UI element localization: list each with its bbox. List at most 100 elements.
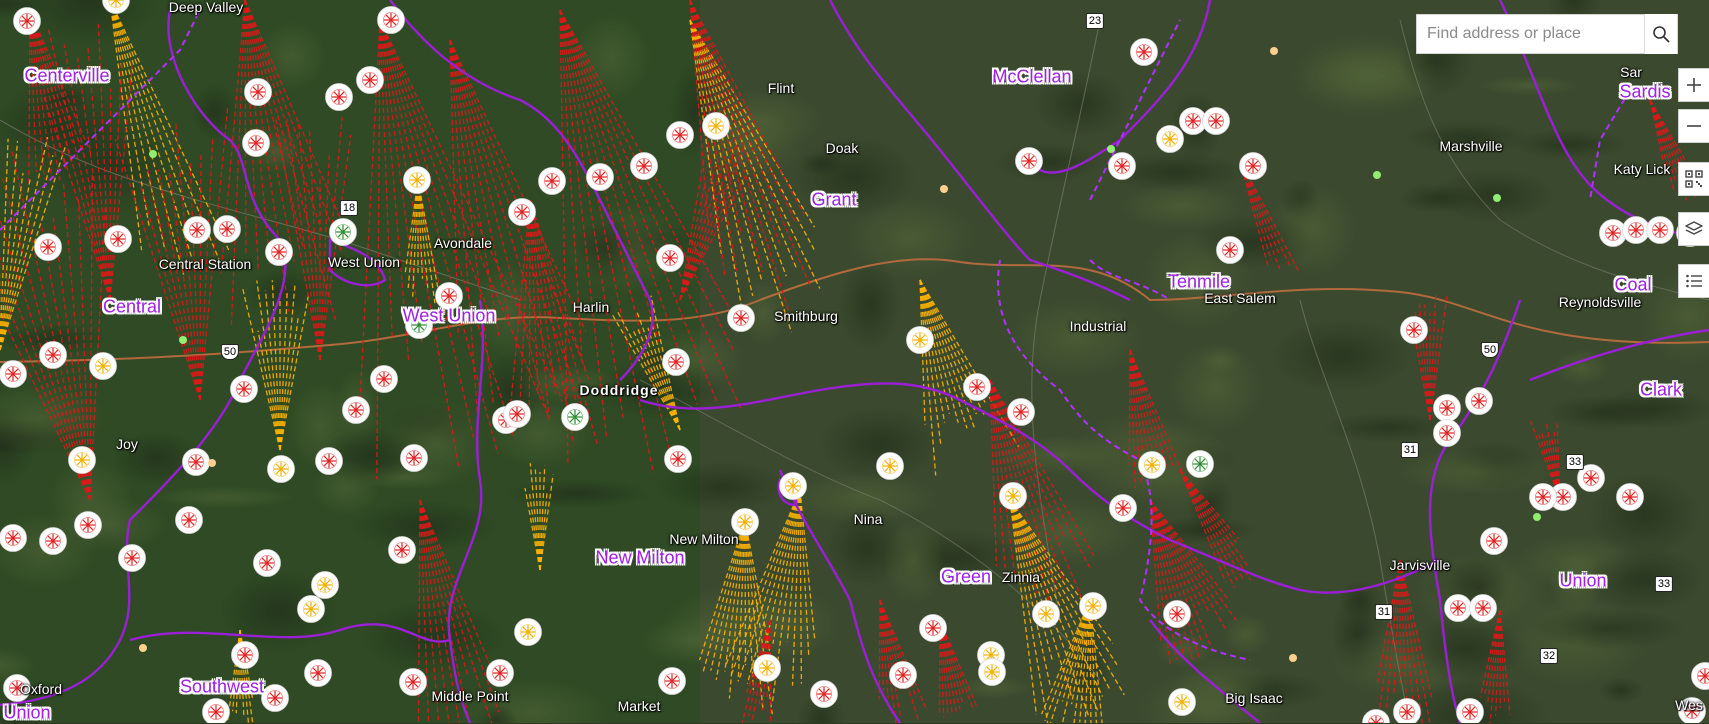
tower-marker[interactable] bbox=[703, 113, 730, 140]
tower-marker[interactable] bbox=[203, 699, 230, 724]
tower-marker[interactable] bbox=[1033, 601, 1060, 628]
tower-marker[interactable] bbox=[40, 342, 67, 369]
tower-marker[interactable] bbox=[400, 669, 427, 696]
tower-marker[interactable] bbox=[1647, 217, 1674, 244]
tower-marker[interactable] bbox=[562, 404, 589, 431]
tower-marker[interactable] bbox=[811, 681, 838, 708]
tower-marker[interactable] bbox=[1139, 452, 1166, 479]
tower-marker[interactable] bbox=[1131, 39, 1158, 66]
search-input[interactable] bbox=[1417, 15, 1644, 53]
tower-marker[interactable] bbox=[0, 361, 27, 388]
tower-marker[interactable] bbox=[1008, 399, 1035, 426]
tower-marker[interactable] bbox=[316, 448, 343, 475]
tower-marker[interactable] bbox=[14, 8, 41, 35]
tower-marker[interactable] bbox=[243, 130, 270, 157]
tower-marker[interactable] bbox=[343, 397, 370, 424]
tower-marker[interactable] bbox=[907, 327, 934, 354]
satellite-map[interactable] bbox=[0, 0, 1709, 723]
tower-marker[interactable] bbox=[663, 349, 690, 376]
tower-marker[interactable] bbox=[266, 239, 293, 266]
point-marker[interactable] bbox=[208, 459, 216, 467]
tower-marker[interactable] bbox=[1679, 698, 1706, 724]
tower-marker[interactable] bbox=[232, 642, 259, 669]
point-marker[interactable] bbox=[1107, 145, 1115, 153]
tower-marker[interactable] bbox=[754, 655, 781, 682]
tower-marker[interactable] bbox=[40, 528, 67, 555]
point-marker[interactable] bbox=[149, 150, 157, 158]
tower-marker[interactable] bbox=[877, 453, 904, 480]
tower-marker[interactable] bbox=[184, 217, 211, 244]
tower-marker[interactable] bbox=[631, 153, 658, 180]
tower-marker[interactable] bbox=[1617, 484, 1644, 511]
tower-marker[interactable] bbox=[1470, 595, 1497, 622]
point-marker[interactable] bbox=[1533, 513, 1541, 521]
tower-marker[interactable] bbox=[406, 312, 433, 339]
tower-marker[interactable] bbox=[90, 353, 117, 380]
tower-marker[interactable] bbox=[357, 67, 384, 94]
tower-marker[interactable] bbox=[1164, 601, 1191, 628]
tower-marker[interactable] bbox=[1434, 420, 1461, 447]
tower-marker[interactable] bbox=[667, 122, 694, 149]
tower-marker[interactable] bbox=[1457, 699, 1484, 724]
tower-marker[interactable] bbox=[1240, 153, 1267, 180]
point-marker[interactable] bbox=[1373, 171, 1381, 179]
tower-marker[interactable] bbox=[1109, 153, 1136, 180]
tower-marker[interactable] bbox=[1401, 317, 1428, 344]
zoom-out-button[interactable] bbox=[1678, 109, 1709, 143]
tower-marker[interactable] bbox=[587, 164, 614, 191]
tower-marker[interactable] bbox=[509, 199, 536, 226]
point-marker[interactable] bbox=[1270, 47, 1278, 55]
tower-marker[interactable] bbox=[183, 449, 210, 476]
tower-marker[interactable] bbox=[371, 366, 398, 393]
point-marker[interactable] bbox=[179, 336, 187, 344]
tower-marker[interactable] bbox=[254, 550, 281, 577]
tower-marker[interactable] bbox=[964, 374, 991, 401]
tower-marker[interactable] bbox=[1394, 699, 1421, 724]
tower-marker[interactable] bbox=[245, 79, 272, 106]
tower-marker[interactable] bbox=[1203, 108, 1230, 135]
tower-marker[interactable] bbox=[1000, 483, 1027, 510]
tower-marker[interactable] bbox=[0, 525, 27, 552]
tower-marker[interactable] bbox=[75, 512, 102, 539]
point-marker[interactable] bbox=[139, 644, 147, 652]
tower-marker[interactable] bbox=[1016, 148, 1043, 175]
search-button[interactable] bbox=[1644, 14, 1677, 54]
tower-marker[interactable] bbox=[665, 446, 692, 473]
tower-marker[interactable] bbox=[389, 537, 416, 564]
tower-marker[interactable] bbox=[4, 675, 31, 702]
tower-marker[interactable] bbox=[732, 509, 759, 536]
tower-marker[interactable] bbox=[1217, 237, 1244, 264]
tower-marker[interactable] bbox=[515, 619, 542, 646]
point-marker[interactable] bbox=[1289, 654, 1297, 662]
tower-marker[interactable] bbox=[404, 167, 431, 194]
tower-marker[interactable] bbox=[214, 216, 241, 243]
tower-marker[interactable] bbox=[401, 445, 428, 472]
tower-marker[interactable] bbox=[35, 234, 62, 261]
tower-marker[interactable] bbox=[920, 615, 947, 642]
tower-marker[interactable] bbox=[176, 507, 203, 534]
tower-marker[interactable] bbox=[1157, 126, 1184, 153]
layers-button[interactable] bbox=[1678, 212, 1709, 246]
tower-marker[interactable] bbox=[979, 659, 1006, 686]
qr-code-button[interactable] bbox=[1678, 162, 1709, 196]
tower-marker[interactable] bbox=[1169, 689, 1196, 716]
tower-marker[interactable] bbox=[69, 447, 96, 474]
tower-marker[interactable] bbox=[1481, 528, 1508, 555]
tower-marker[interactable] bbox=[504, 401, 531, 428]
tower-marker[interactable] bbox=[378, 7, 405, 34]
tower-marker[interactable] bbox=[1623, 217, 1650, 244]
tower-marker[interactable] bbox=[268, 456, 295, 483]
tower-marker[interactable] bbox=[436, 283, 463, 310]
tower-marker[interactable] bbox=[539, 168, 566, 195]
tower-marker[interactable] bbox=[1466, 388, 1493, 415]
tower-marker[interactable] bbox=[326, 84, 353, 111]
tower-marker[interactable] bbox=[119, 545, 146, 572]
tower-marker[interactable] bbox=[298, 596, 325, 623]
point-marker[interactable] bbox=[1493, 194, 1501, 202]
tower-marker[interactable] bbox=[890, 662, 917, 689]
tower-marker[interactable] bbox=[105, 226, 132, 253]
tower-marker[interactable] bbox=[1530, 484, 1557, 511]
tower-marker[interactable] bbox=[659, 668, 686, 695]
tower-marker[interactable] bbox=[262, 685, 289, 712]
legend-button[interactable] bbox=[1678, 264, 1709, 298]
